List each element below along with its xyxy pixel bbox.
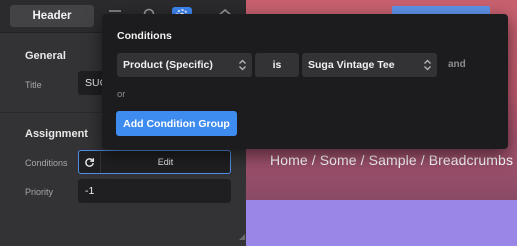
or-separator: or: [117, 89, 126, 100]
condition-operator-select[interactable]: is: [255, 53, 299, 77]
conditions-edit-button[interactable]: Edit: [101, 157, 230, 167]
chevron-updown-icon: [238, 59, 247, 71]
title-label: Title: [25, 80, 42, 90]
reset-icon[interactable]: [79, 151, 101, 173]
assignment-section-title[interactable]: Assignment: [25, 128, 88, 140]
breadcrumb[interactable]: Home / Some / Sample / Breadcrumbs: [270, 152, 513, 168]
condition-value-text: Suga Vintage Tee: [308, 59, 395, 71]
resize-handle-icon[interactable]: ◢: [239, 232, 246, 241]
add-and-condition-button[interactable]: and: [448, 59, 466, 70]
conditions-field[interactable]: Edit: [78, 150, 231, 174]
header-tab[interactable]: Header: [10, 5, 94, 27]
condition-value-select[interactable]: Suga Vintage Tee: [302, 53, 437, 77]
priority-input[interactable]: -1: [78, 179, 231, 203]
priority-label: Priority: [25, 187, 54, 197]
chevron-updown-icon: [423, 59, 432, 71]
preview-section: [246, 200, 517, 246]
conditions-label: Conditions: [25, 158, 68, 168]
conditions-popup: Conditions Product (Specific) is Suga Vi…: [102, 14, 508, 149]
general-section-title[interactable]: General: [25, 50, 66, 62]
condition-subject-value: Product (Specific): [123, 59, 213, 71]
condition-subject-select[interactable]: Product (Specific): [117, 53, 252, 77]
add-condition-group-button[interactable]: Add Condition Group: [116, 111, 237, 136]
conditions-popup-title: Conditions: [117, 30, 172, 42]
